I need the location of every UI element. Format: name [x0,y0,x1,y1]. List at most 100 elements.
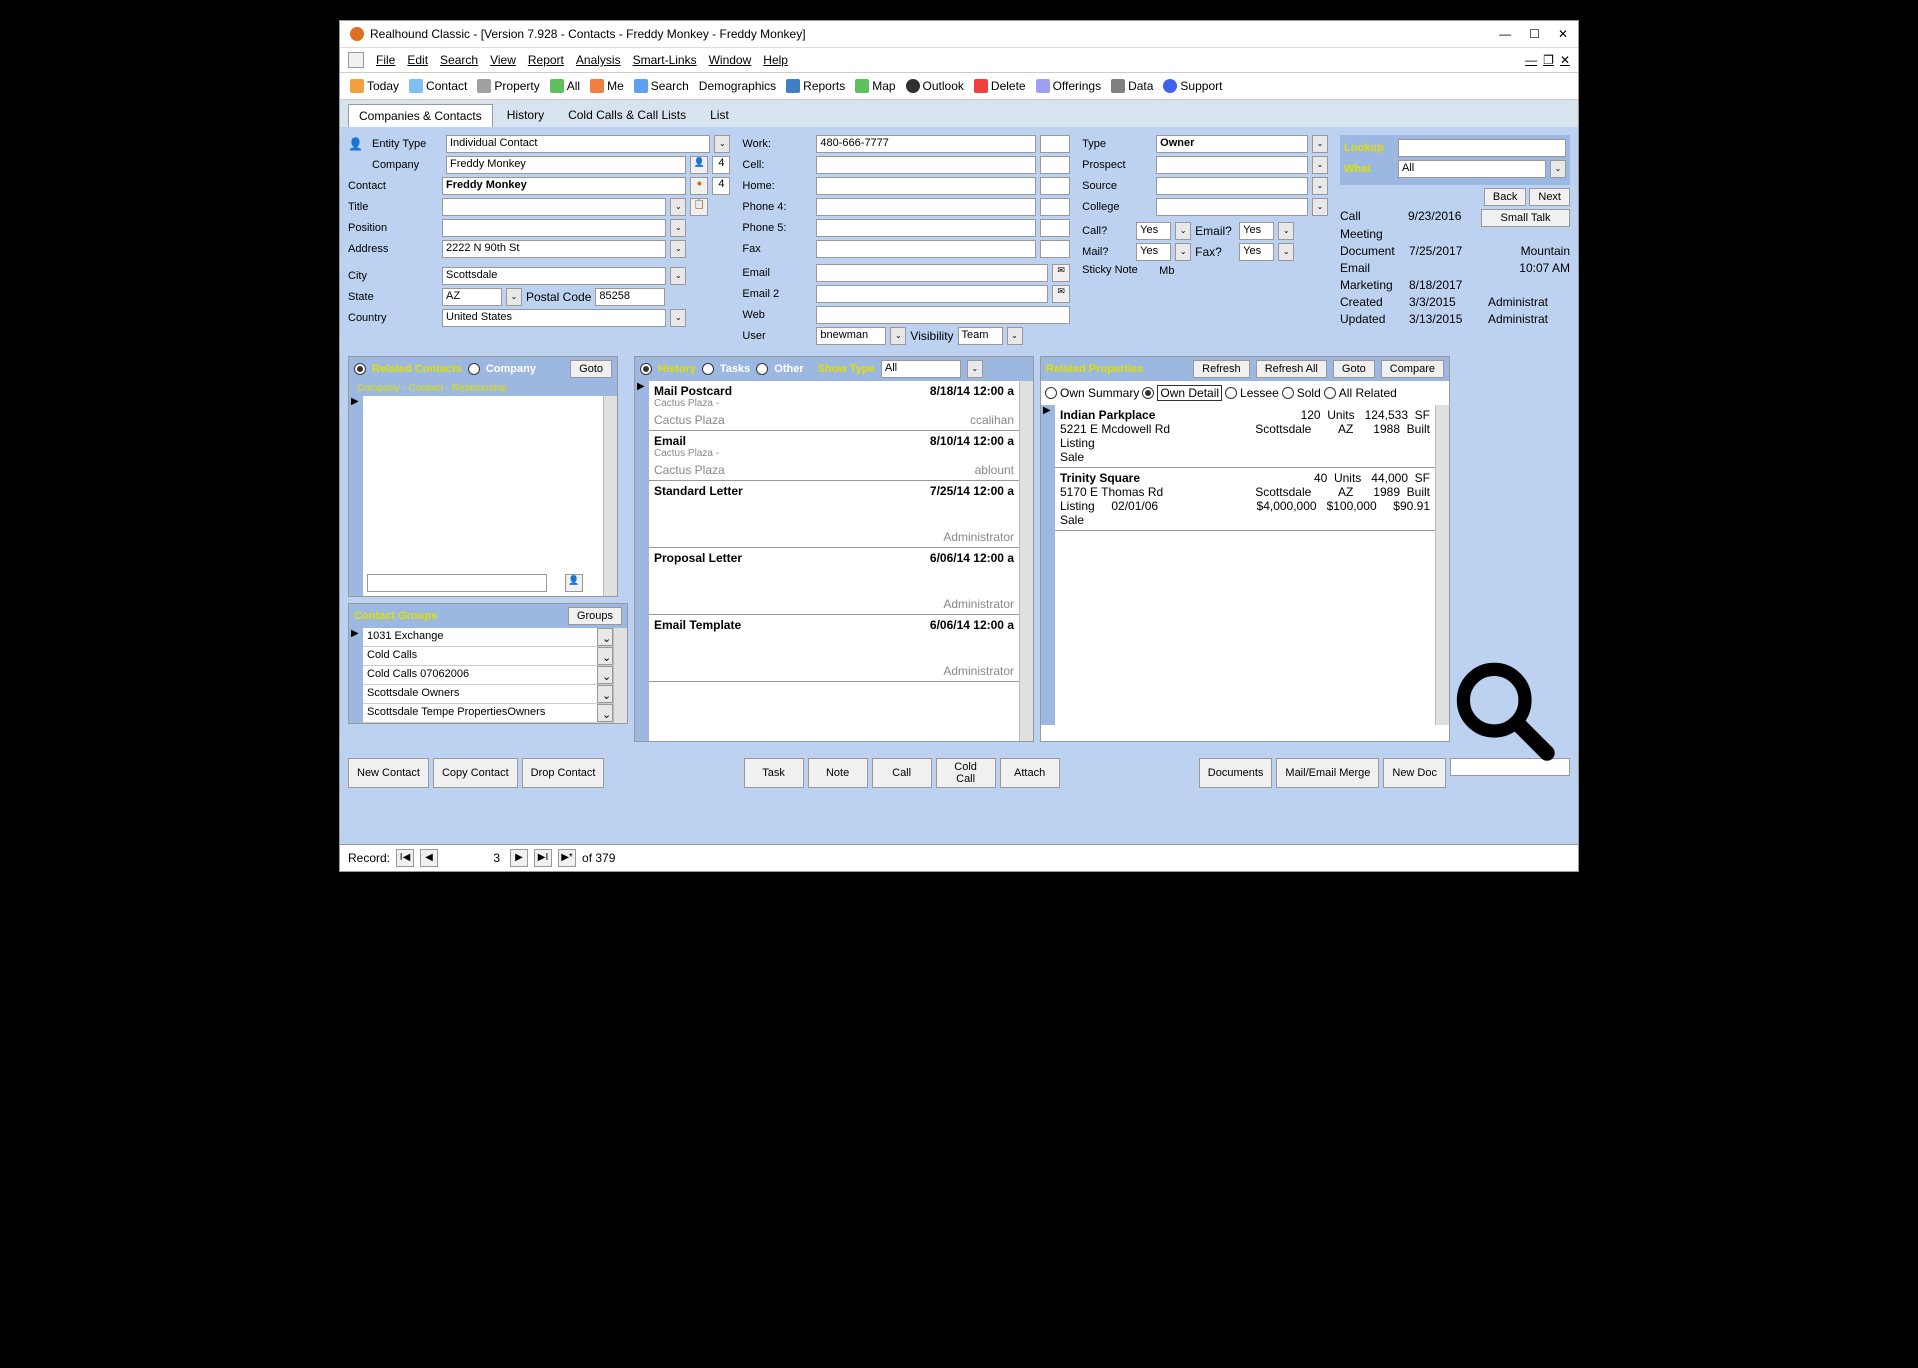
group-row[interactable]: 1031 Exchange⌄ [363,628,613,647]
task-button[interactable]: Task [744,758,804,788]
email-icon[interactable]: ✉ [1052,264,1070,282]
entity-type-dropdown[interactable]: ⌄ [714,135,730,153]
group-row[interactable]: Scottsdale Tempe PropertiesOwners⌄ [363,704,613,723]
company-person-icon[interactable]: 👤 [690,156,708,174]
copy-contact-button[interactable]: Copy Contact [433,758,518,788]
property-item[interactable]: Trinity Square40 Units 44,000 SF5170 E T… [1055,468,1435,531]
contact-status-icon[interactable]: ● [690,177,708,195]
type-dropdown[interactable]: ⌄ [1312,135,1328,153]
hp-other-radio[interactable] [756,363,768,375]
lookup-field[interactable] [1398,139,1566,157]
hp-tasks-radio[interactable] [702,363,714,375]
work-field[interactable]: 480-666-7777 [816,135,1036,153]
menu-view[interactable]: View [490,53,516,67]
group-row[interactable]: Cold Calls 07062006⌄ [363,666,613,685]
tb-outlook[interactable]: Outlook [902,77,968,95]
back-button[interactable]: Back [1484,188,1526,206]
menu-search[interactable]: Search [440,53,478,67]
minimize-button[interactable]: — [1499,27,1511,41]
title-icon[interactable]: 📋 [690,198,708,216]
tb-me[interactable]: Me [586,77,628,95]
drop-contact-button[interactable]: Drop Contact [522,758,605,788]
city-dropdown[interactable]: ⌄ [670,267,686,285]
fax-field[interactable] [816,240,1036,258]
rp-radio-all[interactable] [1324,387,1336,399]
menu-analysis[interactable]: Analysis [576,53,621,67]
user-field[interactable]: bnewman [816,327,886,345]
history-item[interactable]: Mail Postcard8/18/14 12:00 aCactus Plaza… [649,381,1019,431]
newdoc-field[interactable] [1450,758,1570,776]
entity-type-field[interactable]: Individual Contact [446,135,710,153]
email-q-field[interactable]: Yes [1239,222,1274,240]
note-button[interactable]: Note [808,758,868,788]
cg-scrollbar[interactable] [613,628,627,723]
college-field[interactable] [1156,198,1308,216]
rp-radio-sold[interactable] [1282,387,1294,399]
tb-all[interactable]: All [546,77,584,95]
web-field[interactable] [816,306,1070,324]
tab-coldcalls[interactable]: Cold Calls & Call Lists [558,104,696,127]
tb-today[interactable]: Today [346,77,403,95]
hp-show-field[interactable]: All [881,360,961,378]
type-field[interactable]: Owner [1156,135,1308,153]
company-field[interactable]: Freddy Monkey [446,156,686,174]
email-field[interactable] [816,264,1048,282]
mail-q-field[interactable]: Yes [1136,243,1171,261]
email2-icon[interactable]: ✉ [1052,285,1070,303]
group-dropdown[interactable]: ⌄ [597,685,613,703]
smalltalk-button[interactable]: Small Talk [1481,209,1570,227]
menu-help[interactable]: Help [763,53,788,67]
tab-history[interactable]: History [497,104,554,127]
attach-button[interactable]: Attach [1000,758,1060,788]
address-field[interactable]: 2222 N 90th St [442,240,666,258]
next-button[interactable]: Next [1529,188,1570,206]
cell-field[interactable] [816,156,1036,174]
p5-field[interactable] [816,219,1036,237]
nav-first[interactable]: I◀ [396,849,414,867]
sticky-field[interactable]: Mb [1156,264,1328,320]
maximize-button[interactable]: ☐ [1529,27,1540,41]
menu-window[interactable]: Window [709,53,752,67]
nav-last[interactable]: ▶I [534,849,552,867]
coldcall-button[interactable]: Cold Call [936,758,996,788]
call-q-field[interactable]: Yes [1136,222,1171,240]
history-item[interactable]: Standard Letter7/25/14 12:00 aAdministra… [649,481,1019,548]
history-item[interactable]: Proposal Letter6/06/14 12:00 aAdministra… [649,548,1019,615]
rc-scrollbar[interactable] [603,396,617,596]
tb-demographics[interactable]: Demographics [695,77,780,95]
tab-companies[interactable]: Companies & Contacts [348,104,493,127]
group-dropdown[interactable]: ⌄ [597,704,613,722]
new-contact-button[interactable]: New Contact [348,758,429,788]
menu-file[interactable]: File [376,53,395,67]
newdoc-button[interactable]: New Doc [1383,758,1446,788]
cg-groups-button[interactable]: Groups [568,607,622,625]
rp-radio-lessee[interactable] [1225,387,1237,399]
mailmerge-button[interactable]: Mail/Email Merge [1276,758,1379,788]
tb-support[interactable]: Support [1159,77,1226,95]
contact-field[interactable]: Freddy Monkey [442,177,686,195]
tb-map[interactable]: Map [851,77,899,95]
home-field[interactable] [816,177,1036,195]
fax-q-field[interactable]: Yes [1239,243,1274,261]
position-field[interactable] [442,219,666,237]
source-dropdown[interactable]: ⌄ [1312,177,1328,195]
rp-scrollbar[interactable] [1435,405,1449,725]
rc-goto-button[interactable]: Goto [570,360,612,378]
rc-company-radio[interactable] [468,363,480,375]
tb-search[interactable]: Search [630,77,693,95]
rc-radio[interactable] [354,363,366,375]
rp-refresh[interactable]: Refresh [1193,360,1250,378]
tb-property[interactable]: Property [473,77,543,95]
group-dropdown[interactable]: ⌄ [597,647,613,665]
close-button[interactable]: ✕ [1558,27,1568,41]
documents-button[interactable]: Documents [1199,758,1273,788]
rp-radio-detail[interactable] [1142,387,1154,399]
call-button[interactable]: Call [872,758,932,788]
mdi-minimize[interactable]: — [1525,53,1537,67]
rp-compare[interactable]: Compare [1381,360,1444,378]
rc-person-icon[interactable]: 👤 [565,574,583,592]
mdi-restore[interactable]: ❐ [1543,53,1554,67]
group-row[interactable]: Cold Calls⌄ [363,647,613,666]
country-field[interactable]: United States [442,309,666,327]
rp-refresh-all[interactable]: Refresh All [1256,360,1327,378]
